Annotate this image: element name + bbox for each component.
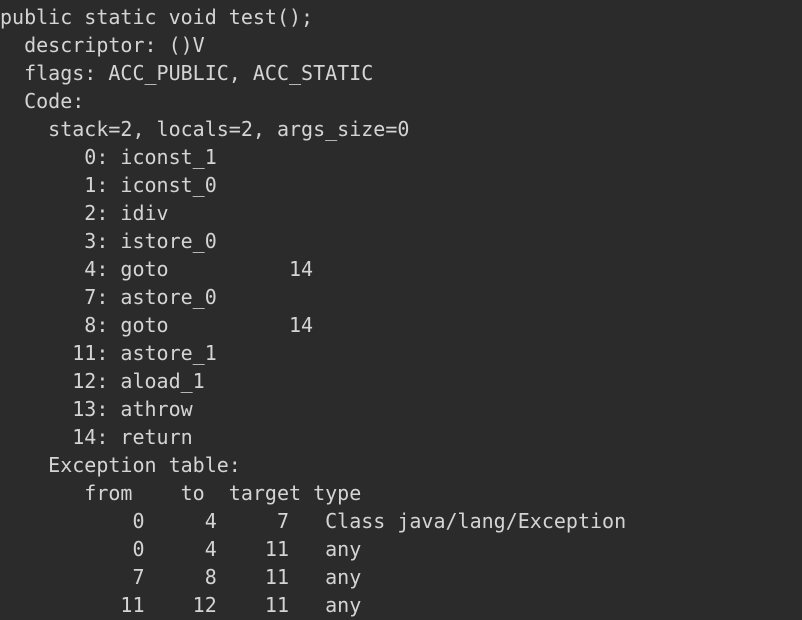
exception-table-columns: from to target type [0, 481, 362, 505]
code-header-line: Code: [0, 89, 85, 113]
instruction-line: 8: goto 14 [0, 313, 314, 337]
exception-table-header: Exception table: [0, 453, 241, 477]
instruction-line: 7: astore_0 [0, 285, 217, 309]
instruction-line: 2: idiv [0, 201, 169, 225]
instruction-line: 11: astore_1 [0, 341, 217, 365]
instruction-line: 3: istore_0 [0, 229, 217, 253]
instruction-line: 14: return [0, 425, 193, 449]
instruction-line: 12: aload_1 [0, 369, 205, 393]
instruction-line: 1: iconst_0 [0, 173, 217, 197]
bytecode-viewer: public static void test(); descriptor: (… [0, 0, 802, 620]
exception-table-row: 0 4 7 Class java/lang/Exception [0, 509, 627, 533]
stack-locals-line: stack=2, locals=2, args_size=0 [0, 117, 410, 141]
exception-table-row: 0 4 11 any [0, 537, 362, 561]
exception-table-row: 7 8 11 any [0, 565, 362, 589]
method-signature-line: public static void test(); [0, 5, 314, 29]
instruction-line: 0: iconst_1 [0, 145, 217, 169]
descriptor-line: descriptor: ()V [0, 33, 205, 57]
exception-table-row: 11 12 11 any [0, 593, 362, 617]
instruction-line: 13: athrow [0, 397, 193, 421]
instruction-line: 4: goto 14 [0, 257, 314, 281]
flags-line: flags: ACC_PUBLIC, ACC_STATIC [0, 61, 374, 85]
